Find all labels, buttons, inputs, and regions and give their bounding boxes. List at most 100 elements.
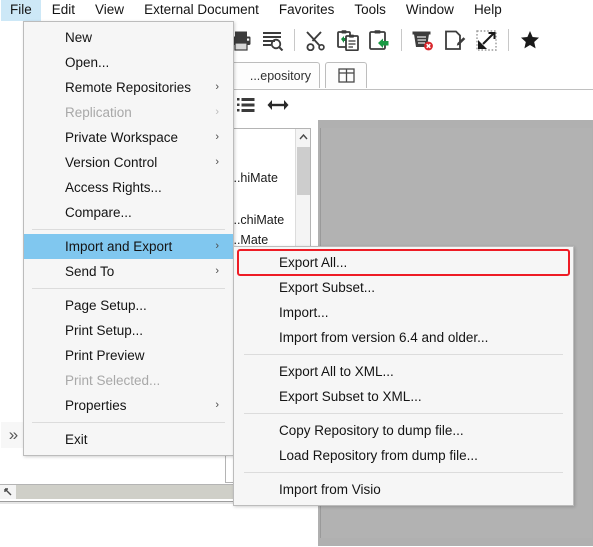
- submenu-item-import-from-visio[interactable]: Import from Visio: [234, 477, 573, 502]
- list-view-icon[interactable]: [233, 93, 259, 117]
- submenu-item-export-subset-to-xml[interactable]: Export Subset to XML...: [234, 384, 573, 409]
- menubar-item-help[interactable]: Help: [465, 0, 511, 21]
- submenu-item-label: Export All to XML...: [279, 364, 394, 379]
- chevron-right-icon: ›: [215, 131, 219, 143]
- grid-table-icon: [337, 68, 355, 83]
- menu-item-label: Open...: [65, 55, 110, 70]
- menubar-item-edit[interactable]: Edit: [43, 0, 84, 21]
- submenu-item-copy-repository-to-dump-file[interactable]: Copy Repository to dump file...: [234, 418, 573, 443]
- menu-bar: File Edit View External Document Favorit…: [0, 0, 593, 21]
- menu-item-label: Compare...: [65, 205, 132, 220]
- menu-item-label: Send To: [65, 264, 115, 279]
- submenu-item-label: Import from version 6.4 and older...: [279, 330, 489, 345]
- menu-item-properties[interactable]: Properties ›: [24, 393, 233, 418]
- chevron-right-icon: ›: [215, 265, 219, 277]
- menu-item-compare[interactable]: Compare...: [24, 200, 233, 225]
- menubar-item-file[interactable]: File: [1, 0, 41, 21]
- submenu-item-import[interactable]: Import...: [234, 300, 573, 325]
- menu-item-remote-repositories[interactable]: Remote Repositories ›: [24, 75, 233, 100]
- submenu-item-export-all-to-xml[interactable]: Export All to XML...: [234, 359, 573, 384]
- menu-item-print-selected: Print Selected...: [24, 368, 233, 393]
- paste-special-icon[interactable]: [366, 25, 394, 55]
- toolbar-overflow-chevron[interactable]: »: [1, 422, 23, 448]
- submenu-item-label: Load Repository from dump file...: [279, 448, 478, 463]
- menu-item-label: Print Selected...: [65, 373, 161, 388]
- submenu-item-label: Copy Repository to dump file...: [279, 423, 464, 438]
- menubar-item-window[interactable]: Window: [397, 0, 463, 21]
- menu-item-print-preview[interactable]: Print Preview: [24, 343, 233, 368]
- chevron-right-icon: ›: [215, 156, 219, 168]
- menu-separator: [244, 413, 563, 414]
- menu-separator: [244, 354, 563, 355]
- menu-item-label: Access Rights...: [65, 180, 162, 195]
- toolbar-separator: [294, 29, 295, 51]
- delete-icon[interactable]: [409, 25, 437, 55]
- menubar-item-external-document[interactable]: External Document: [135, 0, 268, 21]
- menu-item-label: Import and Export: [65, 239, 173, 254]
- menu-item-label: Version Control: [65, 155, 158, 170]
- chevron-right-icon: ›: [215, 240, 219, 252]
- submenu-item-import-from-version-6-4-and-older[interactable]: Import from version 6.4 and older...: [234, 325, 573, 350]
- tree-item[interactable]: ...hiMate: [230, 171, 278, 185]
- menu-item-page-setup[interactable]: Page Setup...: [24, 293, 233, 318]
- tab-repository-label: ...epository: [249, 68, 311, 83]
- menu-item-label: Remote Repositories: [65, 80, 192, 95]
- submenu-item-export-all[interactable]: Export All...: [234, 250, 573, 275]
- menubar-item-tools[interactable]: Tools: [345, 0, 395, 21]
- submenu-item-load-repository-from-dump-file[interactable]: Load Repository from dump file...: [234, 443, 573, 468]
- toolbar-separator: [401, 29, 402, 51]
- scroll-left-icon[interactable]: [0, 485, 16, 499]
- menu-item-open[interactable]: Open...: [24, 50, 233, 75]
- menu-separator: [32, 229, 225, 230]
- main-toolbar: [225, 21, 593, 59]
- tree-scroll-thumb[interactable]: [297, 147, 310, 195]
- submenu-item-export-subset[interactable]: Export Subset...: [234, 275, 573, 300]
- menu-item-label: New: [65, 30, 93, 45]
- resize-icon[interactable]: [473, 25, 501, 55]
- menu-item-label: Properties: [65, 398, 127, 413]
- menu-item-import-and-export[interactable]: Import and Export ›: [24, 234, 233, 259]
- tree-item[interactable]: ...Mate: [230, 233, 268, 247]
- menu-item-label: Replication: [65, 105, 132, 120]
- tab-repository[interactable]: ...epository: [225, 62, 320, 88]
- cut-icon[interactable]: [302, 25, 330, 55]
- menu-item-private-workspace[interactable]: Private Workspace ›: [24, 125, 233, 150]
- menu-item-send-to[interactable]: Send To ›: [24, 259, 233, 284]
- menu-item-label: Exit: [65, 432, 88, 447]
- bottom-properties-panel[interactable]: [0, 501, 311, 547]
- submenu-item-label: Export Subset to XML...: [279, 389, 422, 404]
- chevron-right-icon: ›: [215, 399, 219, 411]
- chevron-right-icon: ›: [215, 81, 219, 93]
- menu-item-exit[interactable]: Exit: [24, 427, 233, 452]
- chevron-right-icon: ›: [215, 106, 219, 118]
- menu-item-print-setup[interactable]: Print Setup...: [24, 318, 233, 343]
- toolbar-separator: [508, 29, 509, 51]
- scroll-up-icon[interactable]: [296, 129, 310, 145]
- resize-columns-icon[interactable]: [265, 93, 291, 117]
- tab-strip: ...epository: [225, 59, 593, 90]
- menu-item-access-rights[interactable]: Access Rights...: [24, 175, 233, 200]
- menu-item-label: Page Setup...: [65, 298, 147, 313]
- tab-model-view[interactable]: [325, 62, 367, 88]
- menu-item-new[interactable]: New: [24, 25, 233, 50]
- menu-item-replication: Replication ›: [24, 100, 233, 125]
- menubar-item-view[interactable]: View: [86, 0, 133, 21]
- rename-icon[interactable]: [441, 25, 469, 55]
- menu-item-label: Print Setup...: [65, 323, 144, 338]
- menu-separator: [244, 472, 563, 473]
- favorite-star-icon[interactable]: [516, 25, 544, 55]
- submenu-item-label: Export Subset...: [279, 280, 376, 295]
- submenu-item-label: Import...: [279, 305, 329, 320]
- print-preview-icon[interactable]: [259, 25, 287, 55]
- menu-item-label: Print Preview: [65, 348, 145, 363]
- menu-separator: [32, 422, 225, 423]
- tree-item[interactable]: ...chiMate: [230, 213, 284, 227]
- menu-separator: [32, 288, 225, 289]
- submenu-item-label: Export All...: [279, 255, 348, 270]
- submenu-item-label: Import from Visio: [279, 482, 381, 497]
- file-dropdown-menu: New Open... Remote Repositories › Replic…: [23, 21, 234, 456]
- menu-item-version-control[interactable]: Version Control ›: [24, 150, 233, 175]
- menubar-item-favorites[interactable]: Favorites: [270, 0, 344, 21]
- secondary-toolbar: [225, 90, 593, 120]
- paste-icon[interactable]: [334, 25, 362, 55]
